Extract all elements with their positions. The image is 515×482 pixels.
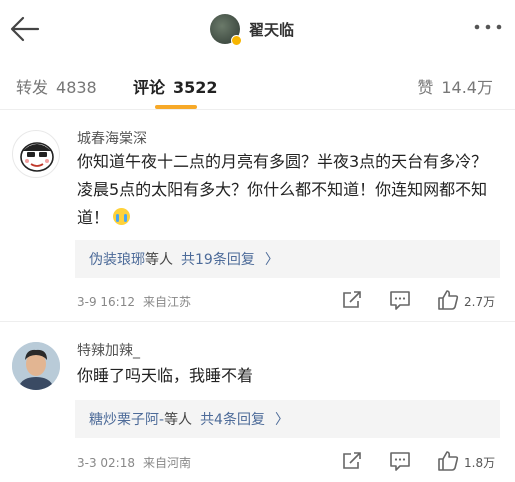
comment-body: 你知道午夜十二点的月亮有多圆？半夜3点的天台有多冷？凌晨5点的太阳有多大？你什么… [77,152,488,227]
avatar[interactable] [12,130,60,178]
page-title: 翟天临 [249,20,295,39]
crying-face-icon [113,208,131,225]
back-arrow-icon[interactable] [8,14,42,44]
tab-comment[interactable]: 评论 3522 [133,74,218,98]
tab-comment-label: 评论 [133,78,166,97]
replies-preview[interactable]: 伪装琅琊 等人 共19条回复 〉 [75,240,500,278]
chevron-right-icon: 〉 [264,252,279,268]
reply-author[interactable]: 伪装琅琊 [89,249,145,269]
tab-comment-count: 3522 [173,78,218,97]
reply-suffix: 等人 [145,252,173,268]
header-user[interactable]: 翟天临 [210,13,295,46]
replies-preview[interactable]: 糖炒栗子阿- 等人 共4条回复 〉 [75,400,500,438]
comment-username[interactable]: 城春海棠深 [77,128,147,148]
comment-item: 城春海棠深 你知道午夜十二点的月亮有多圆？半夜3点的天台有多冷？凌晨5点的太阳有… [0,118,515,322]
reply-suffix: 等人 [164,412,193,428]
tab-like[interactable]: 赞 14.4万 [417,74,493,98]
comment-date: 3-9 16:12 [77,295,135,309]
reply-count[interactable]: 共4条回复 [200,409,265,429]
thumbs-up-icon[interactable] [437,450,459,472]
reply-count[interactable]: 共19条回复 [181,249,255,269]
share-icon[interactable] [341,450,363,472]
like-count: 1.8万 [464,456,496,470]
thumbs-up-icon[interactable] [437,289,459,311]
verified-badge-icon [231,35,242,46]
tab-repost[interactable]: 转发 4838 [16,74,97,98]
comment-meta: 3-9 16:12 来自江苏 [77,293,191,310]
avatar[interactable] [210,14,242,46]
comment-meta: 3-3 02:18 来自河南 [77,454,191,471]
comment-icon[interactable] [389,450,411,472]
chevron-right-icon: 〉 [274,412,289,428]
reply-author[interactable]: 糖炒栗子阿- [89,409,164,429]
share-icon[interactable] [341,289,363,311]
avatar[interactable] [12,342,60,390]
tab-repost-count: 4838 [56,78,97,97]
comment-text: 你知道午夜十二点的月亮有多圆？半夜3点的天台有多冷？凌晨5点的太阳有多大？你什么… [77,148,497,232]
cartoon-avatar-icon [20,142,54,172]
top-bar: 翟天临 [0,0,515,58]
more-options-icon[interactable] [473,22,503,32]
comment-icon[interactable] [389,289,411,311]
comment-date: 3-3 02:18 [77,456,135,470]
tab-repost-label: 转发 [16,78,49,97]
comment-item: 特辣加辣_ 你睡了吗天临，我睡不着 糖炒栗子阿- 等人 共4条回复 〉 3-3 … [0,330,515,482]
active-tab-indicator [155,105,197,109]
tab-like-count: 14.4万 [441,78,493,97]
comment-source: 来自江苏 [143,295,192,309]
comment-text: 你睡了吗天临，我睡不着 [77,366,254,385]
user-photo-icon [12,342,60,390]
tab-bar: 转发 4838 评论 3522 赞 14.4万 [0,58,515,110]
like-count: 2.7万 [464,295,496,309]
comment-username[interactable]: 特辣加辣_ [77,340,140,360]
tab-like-label: 赞 [417,78,434,97]
comment-source: 来自河南 [143,456,192,470]
